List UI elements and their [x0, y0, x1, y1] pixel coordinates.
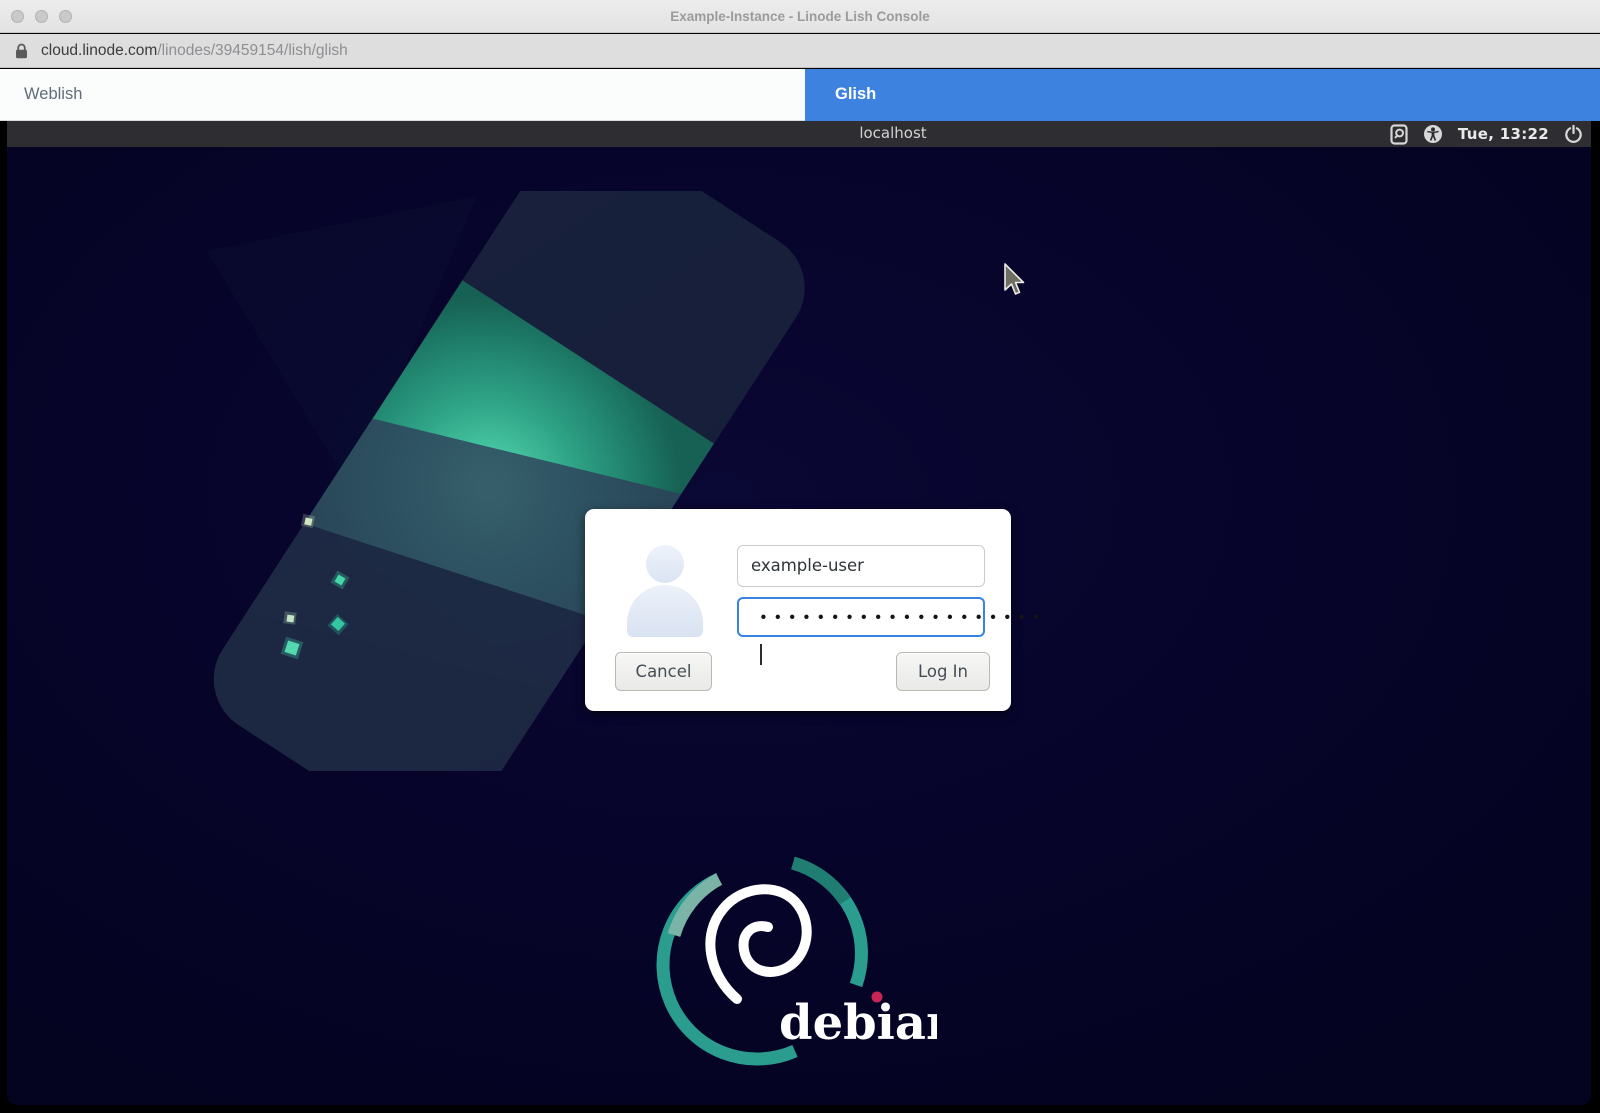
lish-tab-bar: Weblish Glish [0, 69, 1600, 121]
mouse-cursor [1004, 263, 1026, 296]
cancel-button[interactable]: Cancel [615, 652, 712, 691]
debian-red-dot [872, 992, 883, 1003]
tab-weblish[interactable]: Weblish [0, 69, 805, 121]
accessibility-icon[interactable] [1423, 124, 1443, 144]
text-caret [760, 644, 762, 665]
url-text: cloud.linode.com/linodes/39459154/lish/g… [41, 34, 348, 67]
magnifier-icon[interactable] [1390, 124, 1408, 145]
system-status-area: Tue, 13:22 [1390, 121, 1583, 147]
clock-label[interactable]: Tue, 13:22 [1458, 125, 1549, 143]
browser-window: Example-Instance - Linode Lish Console c… [0, 0, 1600, 1113]
window-title: Example-Instance - Linode Lish Console [0, 0, 1600, 33]
password-masked-text: •••••••••••••••••••• [759, 609, 1046, 627]
glish-screen-area: localhost Tue, 13:22 [0, 121, 1600, 1113]
username-input[interactable]: example-user [737, 545, 985, 587]
remote-display-canvas[interactable]: localhost Tue, 13:22 [7, 121, 1591, 1105]
lock-icon [15, 43, 28, 59]
login-button[interactable]: Log In [896, 652, 990, 691]
debian-logo: debian [647, 839, 937, 1074]
url-host: cloud.linode.com [41, 42, 157, 59]
tab-glish[interactable]: Glish [805, 69, 1600, 121]
hostname-label: localhost [859, 121, 926, 147]
user-avatar-icon [646, 545, 684, 583]
password-input[interactable]: •••••••••••••••••••• [737, 597, 985, 637]
url-path: /linodes/39459154/lish/glish [157, 42, 347, 59]
debian-wordmark: debian [779, 995, 937, 1051]
gnome-top-bar: localhost Tue, 13:22 [7, 121, 1591, 147]
power-icon[interactable] [1564, 125, 1583, 144]
address-bar[interactable]: cloud.linode.com/linodes/39459154/lish/g… [0, 34, 1600, 68]
window-titlebar: Example-Instance - Linode Lish Console [0, 0, 1600, 33]
